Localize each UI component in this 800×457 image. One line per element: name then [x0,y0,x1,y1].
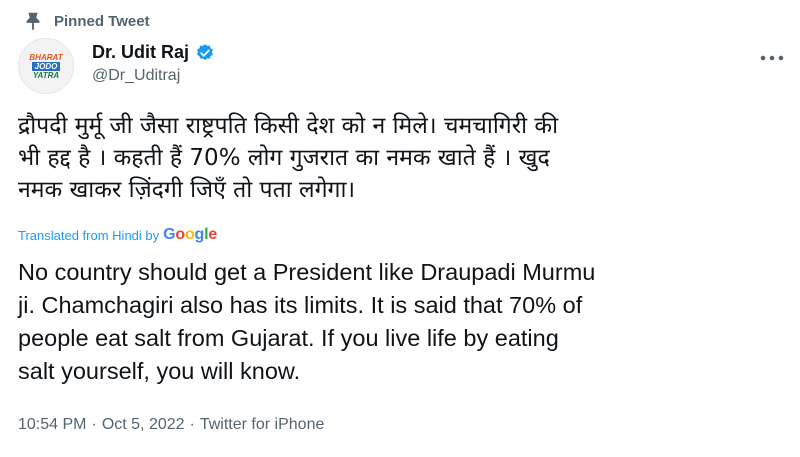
author-display-name[interactable]: Dr. Udit Raj [92,42,189,63]
more-options-button[interactable] [758,48,786,68]
pin-icon [26,12,40,31]
avatar-text-line: YATRA [32,70,60,80]
meta-separator: · [189,416,195,433]
tweet-original-text: द्रौपदी मुर्मू जी जैसा राष्ट्रपति किसी द… [18,113,559,203]
tweet-metadata: 10:54 PM · Oct 5, 2022 · Twitter for iPh… [18,416,324,434]
tweet-date[interactable]: Oct 5, 2022 [102,416,185,434]
avatar[interactable]: BHARAT JODO YATRA [18,38,74,94]
google-logo: Google [163,226,218,243]
translation-attribution: Translated from Hindi by Google [18,226,217,244]
pinned-tweet-indicator: Pinned Tweet [22,10,150,32]
author-handle[interactable]: @Dr_Uditraj [92,67,215,85]
tweet-header: BHARAT JODO YATRA Dr. Udit Raj @Dr_Uditr… [18,38,786,94]
tweet-source[interactable]: Twitter for iPhone [200,416,325,434]
avatar-text-line: BHARAT [29,52,63,62]
avatar-text-line: JODO [31,61,61,71]
verified-badge-icon [197,43,213,60]
more-dots-icon [760,55,784,61]
translated-from-label[interactable]: Translated from Hindi by [18,228,159,243]
pinned-label: Pinned Tweet [54,12,150,30]
tweet-time[interactable]: 10:54 PM [18,416,86,434]
tweet-translation-text: No country should get a President like D… [18,259,596,384]
author-info: Dr. Udit Raj @Dr_Uditraj [92,42,215,85]
meta-separator: · [91,416,97,433]
